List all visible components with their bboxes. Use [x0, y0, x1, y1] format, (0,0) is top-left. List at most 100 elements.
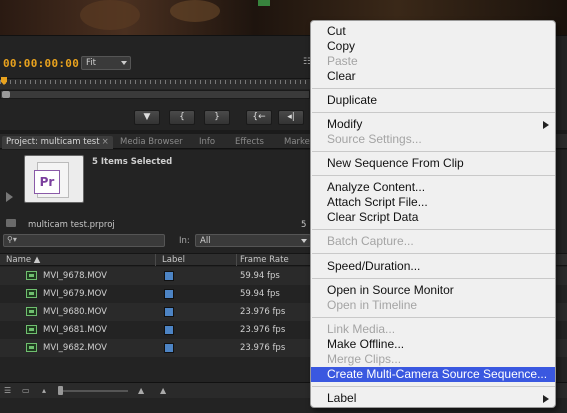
column-label[interactable]: Label — [162, 255, 185, 265]
premiere-icon: Pr — [34, 170, 60, 194]
clip-frame-rate: 23.976 fps — [240, 325, 286, 335]
clip-name: MVI_9679.MOV — [43, 289, 107, 299]
menu-item-modify[interactable]: Modify — [311, 117, 555, 132]
menu-separator — [312, 278, 555, 279]
tab-info[interactable]: Info — [195, 136, 219, 149]
add-marker-button[interactable]: ▼ — [134, 110, 160, 125]
menu-item-label: Speed/Duration... — [327, 259, 421, 273]
timecode-display[interactable]: 00:00:00:00 — [3, 57, 79, 70]
clip-icon — [26, 271, 37, 280]
zoom-fit-select[interactable]: Fit — [81, 56, 131, 70]
menu-item-open-in-timeline: Open in Timeline — [311, 298, 555, 313]
menu-separator — [312, 88, 555, 89]
label-swatch[interactable] — [164, 307, 174, 317]
menu-item-cut[interactable]: Cut — [311, 24, 555, 39]
menu-separator — [312, 229, 555, 230]
column-divider[interactable] — [155, 254, 156, 266]
menu-item-label: Link Media... — [327, 322, 396, 336]
zoom-slider[interactable] — [58, 390, 128, 392]
submenu-arrow-icon — [543, 121, 549, 129]
column-divider[interactable] — [236, 254, 237, 266]
label-swatch[interactable] — [164, 289, 174, 299]
project-file-name: multicam test.prproj — [28, 220, 115, 230]
menu-item-label: Attach Script File... — [327, 195, 428, 209]
clip-frame-rate: 23.976 fps — [240, 343, 286, 353]
menu-item-label: Cut — [327, 24, 346, 38]
time-ruler[interactable] — [0, 78, 310, 89]
menu-separator — [312, 151, 555, 152]
menu-item-clear[interactable]: Clear — [311, 69, 555, 84]
video-highlight — [170, 0, 220, 22]
menu-item-link-media: Link Media... — [311, 322, 555, 337]
tab-markers[interactable]: Marke — [280, 136, 314, 149]
tab-media-browser[interactable]: Media Browser — [116, 136, 187, 149]
menu-item-label: Batch Capture... — [327, 234, 414, 248]
search-scope-select[interactable]: All — [195, 234, 311, 247]
menu-item-make-offline[interactable]: Make Offline... — [311, 337, 555, 352]
menu-item-copy[interactable]: Copy — [311, 39, 555, 54]
menu-item-create-multi-camera-source-sequence[interactable]: Create Multi-Camera Source Sequence... — [311, 367, 555, 382]
menu-item-speed-duration[interactable]: Speed/Duration... — [311, 259, 555, 274]
scrollbar-handle[interactable] — [2, 91, 10, 98]
label-swatch[interactable] — [164, 343, 174, 353]
zoom-in-icon[interactable]: ▲ — [138, 386, 148, 395]
clip-name: MVI_9682.MOV — [43, 343, 107, 353]
menu-item-label: Merge Clips... — [327, 352, 402, 366]
submenu-arrow-icon — [543, 395, 549, 403]
search-icon[interactable]: ⚲▾ — [7, 235, 17, 244]
zoom-fit-value: Fit — [86, 58, 96, 68]
video-highlight — [258, 0, 270, 6]
menu-item-label: Duplicate — [327, 93, 378, 107]
items-count: 5 — [301, 220, 307, 230]
clip-frame-rate: 23.976 fps — [240, 307, 286, 317]
icon-view-icon[interactable]: ▭ — [22, 386, 32, 395]
label-swatch[interactable] — [164, 271, 174, 281]
menu-item-label: Create Multi-Camera Source Sequence... — [327, 367, 548, 381]
selection-summary: 5 Items Selected — [92, 157, 173, 167]
menu-item-paste: Paste — [311, 54, 555, 69]
menu-item-open-in-source-monitor[interactable]: Open in Source Monitor — [311, 283, 555, 298]
menu-item-attach-script-file[interactable]: Attach Script File... — [311, 195, 555, 210]
project-thumbnail: Pr — [24, 155, 84, 203]
step-back-button[interactable]: ◂| — [278, 110, 304, 125]
menu-item-label: Open in Timeline — [327, 298, 418, 312]
column-frame-rate[interactable]: Frame Rate — [240, 255, 289, 265]
menu-item-label: Paste — [327, 54, 358, 68]
zoom-out-icon[interactable]: ▴ — [42, 386, 52, 395]
clip-frame-rate: 59.94 fps — [240, 271, 280, 281]
zoom-slider-handle[interactable] — [58, 386, 63, 395]
automate-sequence-icon[interactable]: ▲ — [160, 386, 170, 395]
menu-item-label[interactable]: Label — [311, 391, 555, 406]
menu-item-clear-script-data[interactable]: Clear Script Data — [311, 210, 555, 225]
menu-separator — [312, 386, 555, 387]
close-icon[interactable]: × — [102, 137, 109, 147]
folder-icon — [6, 219, 16, 227]
menu-item-label: Source Settings... — [327, 132, 422, 146]
sort-ascending-icon: ▲ — [33, 255, 41, 265]
search-input[interactable]: ⚲▾ — [3, 234, 165, 247]
tab-project[interactable]: Project: multicam test × — [2, 136, 113, 149]
menu-item-label: Copy — [327, 39, 356, 53]
column-name-label: Name — [6, 255, 32, 265]
menu-item-merge-clips: Merge Clips... — [311, 352, 555, 367]
search-scope-value: All — [200, 236, 211, 246]
menu-item-new-sequence-from-clip[interactable]: New Sequence From Clip — [311, 156, 555, 171]
tab-effects[interactable]: Effects — [231, 136, 268, 149]
column-name[interactable]: Name ▲ — [6, 255, 40, 265]
play-icon[interactable] — [6, 192, 13, 202]
mark-in-button[interactable]: { — [169, 110, 195, 125]
mark-out-button[interactable]: } — [204, 110, 230, 125]
list-view-icon[interactable]: ☰ — [4, 386, 14, 395]
label-swatch[interactable] — [164, 325, 174, 335]
go-to-in-button[interactable]: {← — [246, 110, 272, 125]
menu-separator — [312, 317, 555, 318]
clip-icon — [26, 343, 37, 352]
menu-item-batch-capture: Batch Capture... — [311, 234, 555, 249]
menu-item-analyze-content[interactable]: Analyze Content... — [311, 180, 555, 195]
menu-item-source-settings: Source Settings... — [311, 132, 555, 147]
zoom-scrollbar[interactable] — [0, 90, 310, 99]
menu-separator — [312, 112, 555, 113]
menu-item-label: Analyze Content... — [327, 180, 426, 194]
menu-item-duplicate[interactable]: Duplicate — [311, 93, 555, 108]
clip-name: MVI_9678.MOV — [43, 271, 107, 281]
